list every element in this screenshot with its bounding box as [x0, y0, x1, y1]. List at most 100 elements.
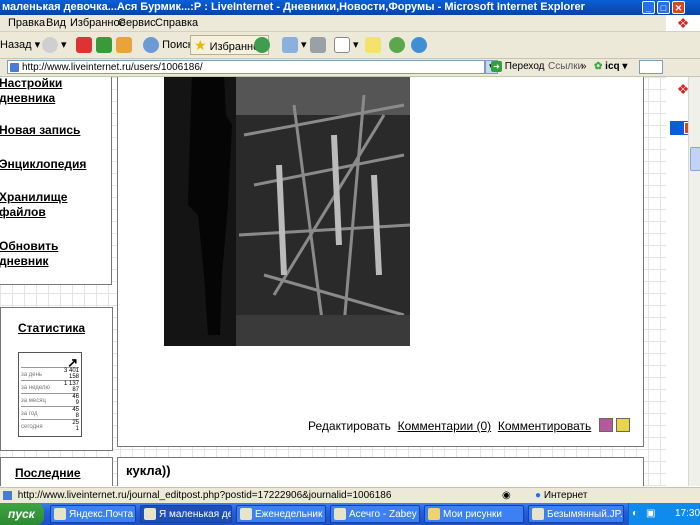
task-my-pictures[interactable]: Мои рисунки [424, 505, 524, 523]
sidebar-item-label: Обновить [0, 239, 59, 253]
stats-row-label: за день [21, 372, 43, 378]
icq-button[interactable]: ✿ icq ▾ [594, 60, 627, 74]
taskbar: пуск Яндекс.Почта - ... Я маленькая дев.… [0, 503, 700, 525]
address-input[interactable]: http://www.liveinternet.ru/users/1006186… [7, 60, 485, 74]
sidebar-item-file-storage[interactable]: Хранилище файлов [0, 190, 67, 220]
go-arrow-icon: ➜ [491, 60, 502, 72]
status-security-icon: ◉ [502, 490, 511, 501]
research-button[interactable] [389, 35, 405, 55]
stats-row: за неделю 1 137 87 [21, 380, 79, 393]
comments-link[interactable]: Комментарии (0) [398, 419, 492, 433]
toolbar: Назад ▾ ▾ Поиск ★ Избранное ▾ ▾ [0, 32, 700, 59]
refresh-button[interactable] [96, 35, 112, 55]
latest-title[interactable]: Последние [15, 466, 81, 480]
page-content: Настройки дневника Новая запись Энциклоп… [0, 77, 666, 486]
back-button-label: Назад [0, 39, 32, 51]
mail-button[interactable]: ▾ [282, 35, 307, 55]
stats-row-label: сегодня [21, 424, 43, 430]
stats-counter[interactable]: ↗ за день 3 401 158 за неделю 1 137 87 за ме… [18, 352, 82, 437]
quote-icon[interactable] [599, 418, 613, 432]
sidebar-item-new-post[interactable]: Новая запись [0, 123, 80, 138]
task-label: Безымянный.JP... [547, 509, 624, 520]
sidebar-item-label: дневника [0, 91, 56, 105]
task-untitled-jpg[interactable]: Безымянный.JP... [528, 505, 624, 523]
stats-row: за месяц 46 9 [21, 393, 79, 406]
start-button[interactable]: пуск [0, 503, 44, 525]
note-icon [365, 37, 381, 54]
word-icon [334, 37, 350, 54]
stats-row: за день 3 401 158 [21, 367, 79, 380]
home-button[interactable] [116, 35, 132, 55]
post-photo[interactable] [164, 77, 410, 346]
tray-icon[interactable]: ◐ [632, 503, 638, 525]
print-button[interactable] [310, 35, 326, 55]
stats-row-label: за неделю [21, 385, 50, 391]
minimize-button[interactable]: _ [642, 1, 655, 14]
research-icon [389, 37, 405, 54]
task-yandex-mail[interactable]: Яндекс.Почта - ... [50, 505, 136, 523]
menu-help[interactable]: Справка [155, 16, 198, 30]
edit-post-link[interactable]: Редактировать [308, 419, 391, 433]
edit-page-button[interactable]: ▾ [334, 35, 359, 55]
task-asechgo[interactable]: Асечго - Zabey ... [330, 505, 420, 523]
sidebar-item-encyclopedia[interactable]: Энциклопедия [0, 157, 86, 172]
menu-tools[interactable]: Сервис [118, 16, 156, 30]
ie-icon [144, 508, 156, 520]
favorite-post-icon[interactable] [616, 418, 630, 432]
status-url: http://www.liveinternet.ru/journal_editp… [17, 490, 392, 501]
search-button[interactable]: Поиск [143, 35, 193, 55]
clock: 17:30 [675, 508, 700, 519]
task-weekly[interactable]: Еженедельник "... [236, 505, 326, 523]
close-button[interactable]: ✕ [672, 1, 685, 14]
icq-label: icq [605, 61, 620, 72]
sidebar-menu-panel: Настройки дневника Новая запись Энциклоп… [0, 77, 112, 285]
sidebar-item-label: Хранилище [0, 190, 68, 204]
maximize-button[interactable]: □ [657, 1, 670, 14]
globe-icon: ● [535, 490, 542, 501]
ie-icon [334, 508, 346, 520]
windows-logo-icon: ❖ [666, 15, 700, 31]
page-icon [10, 63, 19, 72]
statistics-panel: Статистика ↗ за день 3 401 158 за неделю 1 … [0, 307, 113, 451]
forward-button[interactable]: ▾ [42, 35, 67, 55]
stats-row-label: за месяц [21, 398, 46, 404]
messenger-icon [411, 37, 427, 54]
vertical-scrollbar[interactable] [688, 77, 700, 486]
address-url: http://www.liveinternet.ru/users/1006186… [22, 62, 203, 73]
notes-button[interactable] [365, 35, 381, 55]
sidebar-item-settings[interactable]: Настройки дневника [0, 77, 62, 106]
links-chevron-icon[interactable]: » [581, 60, 587, 74]
stats-row-value: 25 1 [72, 420, 79, 432]
icq-input[interactable] [639, 60, 663, 74]
history-button[interactable] [254, 35, 270, 55]
scrollbar-thumb[interactable] [690, 147, 700, 171]
sidebar-item-refresh-diary[interactable]: Обновить дневник [0, 239, 58, 269]
status-bar: http://www.liveinternet.ru/journal_editp… [0, 487, 700, 504]
links-button[interactable]: Ссылки [548, 60, 583, 74]
task-label: Еженедельник "... [255, 509, 325, 520]
menu-edit[interactable]: Правка [8, 16, 45, 30]
stats-row-label: за год [21, 411, 38, 417]
sidebar-item-label: Новая запись [0, 123, 81, 137]
stats-row-value: 46 9 [72, 394, 79, 406]
mail-icon [282, 37, 298, 54]
stats-row-value: 1 137 87 [63, 381, 79, 393]
sidebar-item-label: дневник [0, 254, 49, 268]
sidebar-item-label: файлов [0, 205, 46, 219]
paint-icon [532, 508, 544, 520]
menu-view[interactable]: Вид [46, 16, 66, 30]
next-post-title[interactable]: кукла)) [126, 463, 171, 478]
back-button[interactable]: Назад ▾ [0, 35, 40, 55]
search-button-label: Поиск [162, 39, 193, 51]
title-bar: маленькая девочка...Ася Бурмик...:Р : Li… [0, 0, 700, 15]
task-liveinternet[interactable]: Я маленькая дев... [140, 505, 232, 523]
stats-row-value: 3 401 158 [63, 368, 79, 380]
stop-button[interactable] [76, 35, 92, 55]
go-button[interactable]: ➜ Переход [491, 60, 545, 74]
add-comment-link[interactable]: Комментировать [498, 419, 591, 433]
statistics-title[interactable]: Статистика [18, 321, 85, 335]
tray-network-icon[interactable]: ▣ [646, 503, 655, 525]
history-icon [254, 37, 270, 54]
messenger-button[interactable] [411, 35, 427, 55]
icq-flower-icon: ✿ [594, 61, 603, 72]
